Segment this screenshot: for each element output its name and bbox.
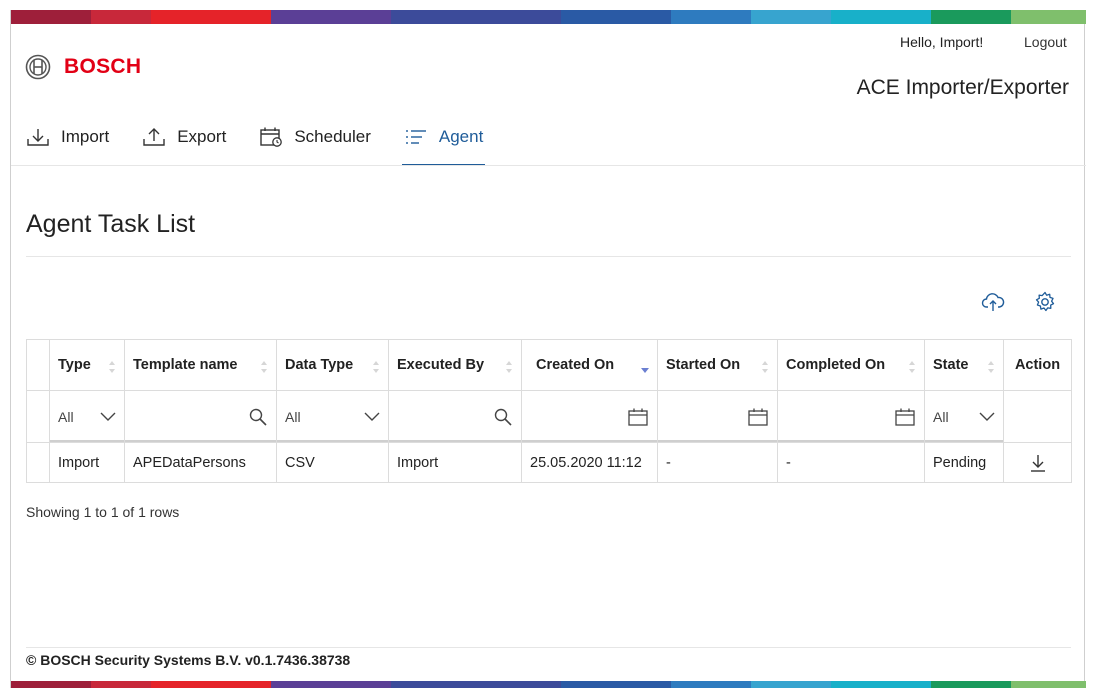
filter-created-on-date[interactable] — [521, 390, 658, 443]
filter-template-name-search[interactable] — [124, 390, 277, 443]
column-header-label: Type — [58, 357, 91, 373]
filter-completed-on-date[interactable] — [777, 390, 925, 443]
app-window: BOSCH Hello, Import! Logout ACE Importer… — [10, 10, 1086, 688]
column-header-label: State — [933, 357, 969, 373]
copyright: © BOSCH Security Systems B.V. v0.1.7436.… — [26, 652, 351, 668]
cell-data-type: CSV — [276, 442, 389, 483]
nav-item-label: Import — [61, 127, 110, 146]
sort-desc-icon — [641, 368, 649, 373]
chevron-down-icon — [364, 412, 380, 421]
filter-spacer — [26, 390, 50, 443]
sort-icon — [109, 361, 115, 373]
column-header-state[interactable]: State — [924, 339, 1004, 391]
main-nav: Import Export Scheduler Agent — [26, 126, 516, 166]
header-row: Type Template name Data Type Executed By… — [26, 339, 1072, 391]
sort-icon — [988, 361, 994, 373]
brand-name: BOSCH — [64, 55, 142, 78]
nav-item-scheduler[interactable]: Scheduler — [259, 126, 371, 166]
download-icon[interactable] — [1029, 453, 1047, 473]
sort-icon — [261, 361, 267, 373]
column-header-label: Created On — [536, 357, 615, 373]
search-icon — [494, 408, 512, 426]
search-icon — [249, 408, 267, 426]
filter-executed-by-search[interactable] — [388, 390, 522, 443]
cell-template-name: APEDataPersons — [124, 442, 277, 483]
sort-icon — [506, 361, 512, 373]
column-header-completed-on[interactable]: Completed On — [777, 339, 925, 391]
nav-divider — [11, 165, 1086, 166]
bosch-logo: BOSCH — [25, 54, 141, 80]
nav-item-label: Scheduler — [294, 127, 371, 146]
cell-executed-by: Import — [388, 442, 522, 483]
chevron-down-icon — [100, 412, 116, 421]
filter-value: All — [933, 408, 949, 425]
calendar-icon — [748, 408, 768, 426]
agent-task-table: Type Template name Data Type Executed By… — [26, 339, 1072, 483]
logout-link[interactable]: Logout — [1024, 34, 1067, 50]
column-header-type[interactable]: Type — [49, 339, 125, 391]
sort-icon — [373, 361, 379, 373]
filter-row: All All All — [26, 390, 1072, 443]
column-header-label: Started On — [666, 357, 741, 373]
cell-completed-on: - — [777, 442, 925, 483]
column-header-label: Template name — [133, 357, 238, 373]
calendar-icon — [895, 408, 915, 426]
column-header-created-on[interactable]: Created On — [521, 339, 658, 391]
column-header-executed-by[interactable]: Executed By — [388, 339, 522, 391]
filter-started-on-date[interactable] — [657, 390, 778, 443]
sort-icon — [909, 361, 915, 373]
column-header-label: Data Type — [285, 357, 354, 373]
filter-value: All — [285, 408, 301, 425]
export-icon — [143, 128, 165, 146]
list-icon — [405, 130, 426, 144]
cell-action — [1003, 442, 1072, 483]
nav-item-label: Export — [177, 127, 227, 146]
column-header-action: Action — [1003, 339, 1072, 391]
cloud-upload-icon[interactable] — [981, 290, 1005, 314]
brand-stripe-top — [11, 10, 1086, 24]
user-greeting: Hello, Import! — [900, 34, 984, 50]
sort-icon — [762, 361, 768, 373]
column-header-label: Executed By — [397, 357, 485, 373]
page-title: Agent Task List — [26, 210, 196, 238]
calendar-icon — [628, 408, 648, 426]
bosch-armature-icon — [25, 54, 51, 80]
chevron-down-icon — [979, 412, 995, 421]
table-row[interactable]: Import APEDataPersons CSV Import 25.05.2… — [26, 442, 1072, 483]
calendar-clock-icon — [260, 127, 283, 147]
cell-created-on: 25.05.2020 11:12 — [521, 442, 658, 483]
app-title: ACE Importer/Exporter — [856, 76, 1069, 99]
nav-item-label: Agent — [438, 127, 484, 146]
row-select-header — [26, 339, 50, 391]
nav-item-agent[interactable]: Agent — [401, 126, 486, 166]
gear-icon[interactable] — [1033, 290, 1057, 314]
column-header-data-type[interactable]: Data Type — [276, 339, 389, 391]
column-header-started-on[interactable]: Started On — [657, 339, 778, 391]
brand-stripe-bottom — [11, 681, 1086, 688]
column-header-template-name[interactable]: Template name — [124, 339, 277, 391]
filter-spacer — [1003, 390, 1072, 443]
cell-type: Import — [49, 442, 125, 483]
column-header-label: Completed On — [786, 357, 886, 373]
nav-item-export[interactable]: Export — [142, 126, 226, 166]
title-divider — [26, 256, 1071, 257]
nav-item-import[interactable]: Import — [26, 126, 109, 166]
filter-value: All — [58, 408, 74, 425]
cell-started-on: - — [657, 442, 778, 483]
import-icon — [27, 129, 49, 146]
column-header-label: Action — [1014, 357, 1061, 373]
filter-type-select[interactable]: All — [49, 390, 125, 443]
pagination-info: Showing 1 to 1 of 1 rows — [26, 504, 180, 520]
cell-state: Pending — [924, 442, 1004, 483]
footer-divider — [26, 647, 1071, 648]
row-select-cell — [26, 442, 50, 483]
filter-data-type-select[interactable]: All — [276, 390, 389, 443]
filter-state-select[interactable]: All — [924, 390, 1004, 443]
